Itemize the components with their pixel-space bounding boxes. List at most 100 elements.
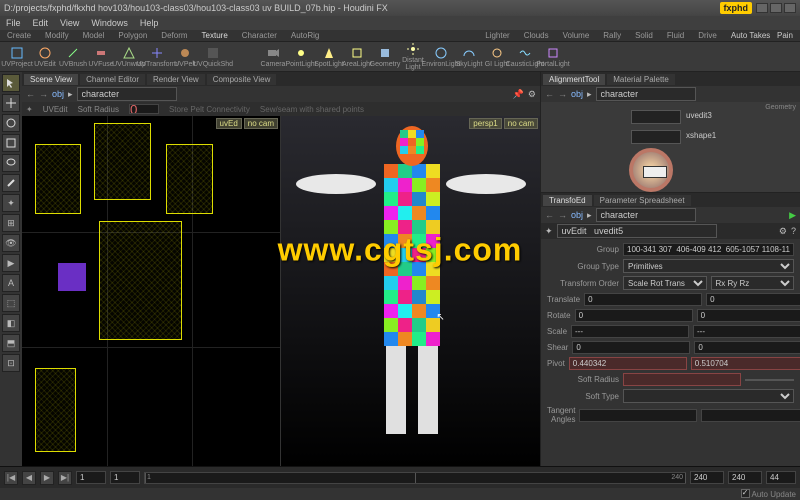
soft-radius-input[interactable] <box>129 104 159 114</box>
shelf-item-camera[interactable]: Camera <box>260 46 286 68</box>
shelf-item-skylight[interactable]: SkyLight <box>456 46 482 68</box>
shx-input[interactable] <box>572 341 690 354</box>
shelf-tab[interactable]: Rally <box>600 31 624 40</box>
net-back-icon[interactable]: ← <box>545 89 554 99</box>
shelf-item-uvquickshd[interactable]: UVQuickShd <box>200 46 226 68</box>
render-tool[interactable]: ▶ <box>2 254 20 272</box>
uv-viewport[interactable]: uvEdno cam <box>22 116 281 466</box>
tl-play-button[interactable]: ▶ <box>40 471 54 485</box>
menu-file[interactable]: File <box>6 18 21 28</box>
param-fwd-icon[interactable]: → <box>558 210 567 220</box>
shelf-tab[interactable]: Volume <box>560 31 593 40</box>
softrad-input[interactable] <box>623 373 741 386</box>
uv-shell-head[interactable] <box>94 123 151 200</box>
tan2-input[interactable] <box>701 409 800 422</box>
rotate-tool[interactable] <box>2 114 20 132</box>
tl-prev-button[interactable]: ◀ <box>22 471 36 485</box>
menu-help[interactable]: Help <box>140 18 159 28</box>
shelf-item-uvproject[interactable]: UVProject <box>4 46 30 68</box>
shelf-tab[interactable]: Modify <box>42 31 72 40</box>
shelf-tab[interactable]: Lighter <box>482 31 512 40</box>
tl-end2-input[interactable] <box>728 471 762 484</box>
timeline-track[interactable]: 1 240 <box>144 472 686 484</box>
param-node-name[interactable] <box>557 224 717 238</box>
shelf-tab[interactable]: Texture <box>199 31 231 40</box>
tool-d[interactable]: ⬒ <box>2 334 20 352</box>
shelf-item-uvbrush[interactable]: UVBrush <box>60 46 86 68</box>
tab-spreadsheet[interactable]: Parameter Spreadsheet <box>594 195 691 206</box>
node-ring-selected[interactable] <box>629 148 673 192</box>
tab-composite-view[interactable]: Composite View <box>207 74 277 85</box>
tool-e[interactable]: ⊡ <box>2 354 20 372</box>
shy-input[interactable] <box>694 341 800 354</box>
back-icon[interactable]: ← <box>26 89 35 99</box>
select-tool[interactable] <box>2 74 20 92</box>
shelf-tab[interactable]: Deform <box>158 31 190 40</box>
tool-b[interactable]: ⬚ <box>2 294 20 312</box>
handle-tool[interactable]: ✦ <box>2 194 20 212</box>
uv-shell-torso[interactable] <box>99 221 182 340</box>
tab-parameters[interactable]: TransfoEd <box>543 195 592 206</box>
rx-input[interactable] <box>575 309 693 322</box>
shelf-tab[interactable]: AutoRig <box>288 31 322 40</box>
tl-next-button[interactable]: ▶| <box>58 471 72 485</box>
xform-order-select[interactable]: Scale Rot Trans <box>623 276 707 290</box>
uv-shell-arm-l[interactable] <box>35 144 81 214</box>
uv-shell-arm-r[interactable] <box>166 144 212 214</box>
softtype-select[interactable] <box>623 389 794 403</box>
minimize-button[interactable] <box>756 3 768 13</box>
tl-start2-input[interactable] <box>110 471 140 484</box>
param-help-icon[interactable]: ? <box>791 226 796 236</box>
group-input[interactable] <box>623 243 794 256</box>
tl-start-input[interactable] <box>76 471 106 484</box>
shelf-item-uvedit[interactable]: UVEdit <box>32 46 58 68</box>
shelf-item-spotlight[interactable]: SpotLight <box>316 46 342 68</box>
shelf-tab[interactable]: Clouds <box>521 31 552 40</box>
uv-selection[interactable] <box>58 263 86 291</box>
maximize-button[interactable] <box>770 3 782 13</box>
softrad-slider[interactable] <box>745 379 794 381</box>
tan1-input[interactable] <box>579 409 697 422</box>
node-uvedit3[interactable] <box>631 110 681 124</box>
lasso-tool[interactable] <box>2 154 20 172</box>
menu-view[interactable]: View <box>60 18 79 28</box>
tab-matpalette[interactable]: Material Palette <box>607 74 675 85</box>
ry-input[interactable] <box>697 309 800 322</box>
shelf-tab-extra[interactable]: Auto Takes Pain <box>728 31 796 40</box>
fwd-icon[interactable]: → <box>39 89 48 99</box>
tx-input[interactable] <box>584 293 702 306</box>
uv-shell-leg[interactable] <box>35 368 76 452</box>
tl-end-input[interactable] <box>690 471 724 484</box>
move-tool[interactable] <box>2 94 20 112</box>
tl-first-button[interactable]: |◀ <box>4 471 18 485</box>
shelf-item-portallight[interactable]: PortalLight <box>540 46 566 68</box>
shelf-tab[interactable]: Character <box>239 31 280 40</box>
param-path-root[interactable]: obj <box>571 210 583 220</box>
param-path-input[interactable] <box>596 208 696 222</box>
node-xshape1[interactable] <box>631 130 681 144</box>
view-tool[interactable]: 👁 <box>2 234 20 252</box>
shelf-tab[interactable]: Polygon <box>115 31 150 40</box>
viewports[interactable]: uvEdno cam persp1no cam <box>22 116 540 466</box>
tab-render-view[interactable]: Render View <box>147 74 205 85</box>
sx-input[interactable] <box>571 325 689 338</box>
scale-tool[interactable] <box>2 134 20 152</box>
shelf-item-uvtransform[interactable]: UVTransform <box>144 46 170 68</box>
shelf-item-causticlight[interactable]: CausticLight <box>512 46 538 68</box>
tab-scene-view[interactable]: Scene View <box>24 74 78 85</box>
shelf-tab[interactable]: Drive <box>695 31 720 40</box>
xform-rot-select[interactable]: Rx Ry Rz <box>711 276 795 290</box>
shelf-item-uvfuse[interactable]: UVFuse <box>88 46 114 68</box>
shelf-item-arealight[interactable]: AreaLight <box>344 46 370 68</box>
ty-input[interactable] <box>706 293 800 306</box>
pin-icon[interactable]: 📌 <box>513 89 524 100</box>
param-back-icon[interactable]: ← <box>545 210 554 220</box>
shelf-item-pointlight[interactable]: PointLight <box>288 46 314 68</box>
shelf-tab[interactable]: Create <box>4 31 34 40</box>
tab-channel-editor[interactable]: Channel Editor <box>80 74 145 85</box>
px-input[interactable] <box>569 357 687 370</box>
path-root[interactable]: obj <box>52 89 64 99</box>
grouptype-select[interactable]: Primitives <box>623 259 794 273</box>
shelf-tab[interactable]: Model <box>80 31 108 40</box>
tool-c[interactable]: ◧ <box>2 314 20 332</box>
